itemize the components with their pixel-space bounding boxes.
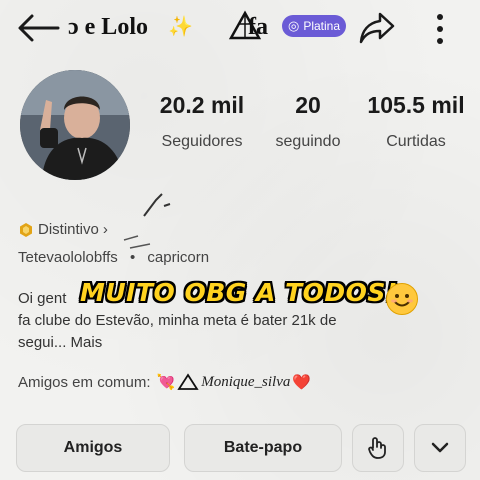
- likes-label: Curtidas: [386, 133, 446, 150]
- chevron-down-icon: [431, 442, 449, 453]
- followers-stat[interactable]: 20.2 mil Seguidores: [150, 92, 254, 151]
- following-stat[interactable]: 20 seguindo: [262, 92, 354, 151]
- likes-stat[interactable]: 105.5 mil Curtidas: [360, 92, 472, 151]
- avatar-photo: [20, 70, 130, 180]
- profile-name: ɔ e Lolo: [68, 14, 148, 40]
- mutual-friend-name: Monique_silva: [201, 373, 291, 390]
- mutual-label: Amigos em comum:: [18, 373, 151, 391]
- hand-wave-icon: [368, 437, 386, 459]
- chat-button-label: Bate-papo: [223, 439, 303, 456]
- share-icon[interactable]: [358, 10, 396, 46]
- scratch-mark: [143, 193, 171, 217]
- likes-count: 105.5 mil: [367, 92, 465, 118]
- back-arrow-icon[interactable]: [16, 12, 60, 44]
- top-bar: ɔ e Lolo ✨ fa ◎ Platina: [0, 0, 480, 60]
- hexagon-badge-icon: [20, 222, 32, 237]
- followers-count: 20.2 mil: [159, 92, 245, 118]
- zodiac-sign: capricorn: [147, 249, 210, 266]
- avatar[interactable]: [20, 70, 130, 180]
- badge-row[interactable]: Distintivo ›: [18, 221, 108, 238]
- platina-badge-icon: ◎: [287, 18, 300, 33]
- chat-button[interactable]: Bate-papo: [184, 424, 342, 472]
- heart-icon: ❤️: [292, 374, 312, 391]
- friends-button-label: Amigos: [63, 439, 123, 456]
- smile-emoji-icon: [386, 283, 418, 315]
- bio-line-3: segui...: [18, 334, 67, 351]
- platina-label: Platina: [303, 19, 341, 33]
- badge-label: Distintivo: [38, 221, 99, 238]
- more-vertical-icon[interactable]: [432, 12, 448, 46]
- separator: •: [129, 249, 136, 266]
- bio-more-link[interactable]: Mais: [71, 334, 103, 351]
- following-count: 20: [295, 92, 321, 118]
- overlay-caption: MUITO OBG A TODOS!: [80, 278, 398, 307]
- mutual-friends[interactable]: Amigos em comum: 💘 Monique_silva ❤️: [18, 373, 311, 391]
- heart-arrow-icon: 💘: [156, 374, 176, 391]
- following-label: seguindo: [275, 133, 341, 150]
- username: Tetevaololobffs: [18, 249, 118, 266]
- sparkle-icon: ✨: [168, 16, 193, 38]
- info-row: Tetevaololobffs • capricorn: [18, 249, 209, 266]
- hand-wave-button[interactable]: [352, 424, 404, 472]
- more-options-button[interactable]: [414, 424, 466, 472]
- chevron-right-icon: ›: [102, 221, 108, 238]
- friends-button[interactable]: Amigos: [16, 424, 170, 472]
- platina-badge: ◎ Platina: [282, 15, 346, 37]
- followers-label: Seguidores: [161, 133, 243, 150]
- profile-name-suffix: fa: [248, 14, 268, 40]
- triangle-icon: [177, 373, 199, 390]
